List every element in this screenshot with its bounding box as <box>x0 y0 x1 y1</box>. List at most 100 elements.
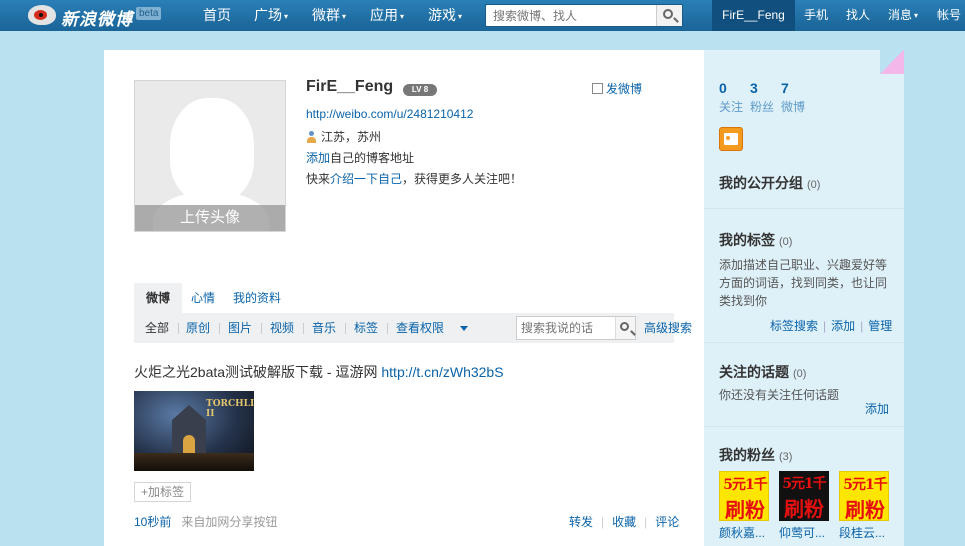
manage-tags-link[interactable]: 管理 <box>868 319 892 333</box>
fan-item[interactable]: 5元1千 刷粉 段桂云... <box>839 471 889 541</box>
avatar-placeholder-head <box>170 98 254 202</box>
divider <box>345 323 346 334</box>
fan-avatar-text: 刷粉 <box>784 497 824 521</box>
level-badge[interactable]: LV 8 <box>403 84 437 96</box>
fan-name[interactable]: 颜秋嘉... <box>719 524 769 541</box>
post-text: 火炬之光2bata测试破解版下载 - 逗游网 http://t.cn/zWh32… <box>134 364 504 380</box>
filter-all[interactable]: 全部 <box>145 313 169 343</box>
fan-name[interactable]: 仰莺可... <box>779 524 829 541</box>
filter-videos[interactable]: 视频 <box>270 313 294 343</box>
repost-button[interactable]: 转发 <box>569 515 593 529</box>
fan-name[interactable]: 段桂云... <box>839 524 889 541</box>
nav-mobile[interactable]: 手机 <box>804 0 828 31</box>
fan-avatar-text: 5元1千 <box>723 477 767 493</box>
divider <box>704 426 904 427</box>
fan-avatar[interactable]: 5元1千 刷粉 <box>719 471 769 521</box>
avatar[interactable]: 上传头像 <box>134 80 286 232</box>
fan-item[interactable]: 5元1千 刷粉 仰莺可... <box>779 471 829 541</box>
chevron-down-icon: ▾ <box>400 11 405 21</box>
compose-weibo-button[interactable]: 发微博 <box>592 80 642 97</box>
weibo-label[interactable]: 微博 <box>781 98 805 115</box>
nav-square[interactable]: 广场 ▾ <box>254 0 288 31</box>
global-search-button[interactable] <box>656 5 682 26</box>
tab-weibo[interactable]: 微博 <box>134 283 182 313</box>
profile-intro: 快来介绍一下自己，获得更多人关注吧！ <box>306 172 523 186</box>
feed-filter-bar: 全部 原创 图片 视频 音乐 标签 查看权限 高级搜索 <box>134 313 692 343</box>
add-tag-link[interactable]: 添加 <box>831 319 855 333</box>
divider <box>387 323 388 334</box>
topics-title: 关注的话题 (0) <box>719 364 807 380</box>
tab-my-info[interactable]: 我的资料 <box>233 283 281 313</box>
logo-text: 新浪微博 <box>61 10 133 29</box>
id-card-icon[interactable] <box>719 127 743 151</box>
post-link[interactable]: http://t.cn/zWh32bS <box>381 364 503 380</box>
fan-avatar[interactable]: 5元1千 刷粉 <box>779 471 829 521</box>
divider: | <box>823 319 827 333</box>
chevron-down-icon: ▾ <box>284 11 289 21</box>
followers-label[interactable]: 粉丝 <box>750 98 774 115</box>
filter-view-permission[interactable]: 查看权限 <box>396 313 444 343</box>
nav-account[interactable]: 帐号 <box>937 0 961 31</box>
divider: | <box>601 515 605 529</box>
triangle-down-icon <box>460 326 468 331</box>
chevron-down-icon: ▾ <box>342 11 347 21</box>
image-game-logo: TORCHLIGHT II <box>206 399 254 419</box>
image-door <box>183 435 195 453</box>
add-topic-link[interactable]: 添加 <box>865 400 889 417</box>
add-tag-button[interactable]: +加标签 <box>134 482 192 502</box>
favorite-button[interactable]: 收藏 <box>612 515 636 529</box>
sidebar: 0 3 7 关注 粉丝 微博 我的公开分组 (0) 我的标签 (0) 添加描述自己职… <box>704 50 904 546</box>
nav-apps[interactable]: 应用 ▾ <box>370 0 404 31</box>
chevron-down-icon: ▾ <box>458 11 463 21</box>
tags-title: 我的标签 (0) <box>719 232 793 248</box>
global-search-input[interactable] <box>486 5 656 26</box>
post-meta: 10秒前 来自加网分享按钮 <box>134 513 277 530</box>
profile-url[interactable]: http://weibo.com/u/2481210412 <box>306 107 473 121</box>
image-ground <box>134 453 254 471</box>
page-curl-decoration <box>880 50 904 74</box>
chevron-down-icon: ▾ <box>914 11 919 21</box>
following-count[interactable]: 0 <box>719 80 727 96</box>
search-icon <box>663 9 673 19</box>
tab-mood[interactable]: 心情 <box>191 283 215 313</box>
followers-count[interactable]: 3 <box>750 80 758 96</box>
fan-avatar-text: 刷粉 <box>725 498 765 521</box>
divider <box>261 323 262 334</box>
upload-avatar-button[interactable]: 上传头像 <box>135 205 285 231</box>
fan-avatar-text: 刷粉 <box>845 498 885 521</box>
filter-tags[interactable]: 标签 <box>354 313 378 343</box>
fan-item[interactable]: 5元1千 刷粉 颜秋嘉... <box>719 471 769 541</box>
current-user-link[interactable]: FirE__Feng <box>712 0 795 31</box>
following-label[interactable]: 关注 <box>719 98 743 115</box>
post-source: 来自加网分享按钮 <box>181 515 278 529</box>
advanced-search-link[interactable]: 高级搜索 <box>644 313 692 343</box>
feed-search-input[interactable] <box>517 317 615 339</box>
nav-groups[interactable]: 微群 ▾ <box>312 0 346 31</box>
filter-original[interactable]: 原创 <box>186 313 210 343</box>
filter-images[interactable]: 图片 <box>228 313 252 343</box>
divider <box>704 342 904 343</box>
tags-description: 添加描述自己职业、兴趣爱好等方面的词语，找到同类，也让同类找到你 <box>719 258 888 308</box>
post-time[interactable]: 10秒前 <box>134 515 171 529</box>
profile-name: FirE__Feng <box>306 78 394 95</box>
add-blog-link[interactable]: 添加 <box>306 151 330 165</box>
tag-search-link[interactable]: 标签搜索 <box>770 319 818 333</box>
fan-avatar[interactable]: 5元1千 刷粉 <box>839 471 889 521</box>
nav-games[interactable]: 游戏 ▾ <box>428 0 462 31</box>
divider <box>303 323 304 334</box>
profile-location: 江苏，苏州 <box>306 128 381 145</box>
nav-find-people[interactable]: 找人 <box>846 0 870 31</box>
intro-link[interactable]: 介绍一下自己 <box>330 172 402 186</box>
feed-search-button[interactable] <box>615 317 635 339</box>
filter-music[interactable]: 音乐 <box>312 313 336 343</box>
weibo-eye-icon <box>28 5 56 25</box>
divider: | <box>644 515 648 529</box>
weibo-count[interactable]: 7 <box>781 80 789 96</box>
post-actions: 转发 | 收藏 | 评论 <box>569 513 679 530</box>
nav-messages[interactable]: 消息 ▾ <box>888 0 918 31</box>
post-image-thumbnail[interactable]: TORCHLIGHT II <box>134 391 254 471</box>
top-navigation-bar: 新浪微博 beta 首页 广场▾ 微群▾ 应用▾ 游戏▾ FirE__Feng … <box>0 0 965 31</box>
beta-badge: beta <box>136 7 162 20</box>
comment-button[interactable]: 评论 <box>655 515 679 529</box>
nav-home[interactable]: 首页 <box>203 0 231 31</box>
